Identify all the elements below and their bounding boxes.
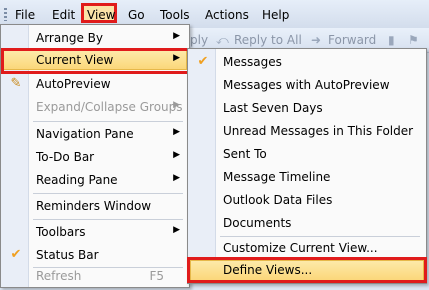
menu-view[interactable]: View [87, 7, 115, 23]
menu-item-label: Expand/Collapse Groups [36, 100, 183, 114]
forward-button[interactable]: Forward [328, 33, 376, 47]
menu-item-label: Refresh [36, 269, 82, 283]
menu-item-label: AutoPreview [36, 77, 111, 91]
menu-item-navigation-pane[interactable]: Navigation Pane ▶ [2, 123, 188, 145]
reply-all-icon: ⤺ [216, 33, 229, 47]
menu-item-reminders-window[interactable]: Reminders Window [2, 195, 188, 217]
menu-item-label: Customize Current View... [223, 241, 378, 255]
submenu-arrow-icon: ▶ [173, 150, 180, 160]
submenu-arrow-icon: ▶ [173, 127, 180, 137]
menu-item-arrange-by[interactable]: Arrange By ▶ [2, 27, 188, 49]
menu-separator [33, 193, 183, 194]
current-view-highlight-box [1, 48, 190, 74]
current-view-submenu: ✔ Messages Messages with AutoPreview Las… [187, 48, 427, 284]
menu-item-reading-pane[interactable]: Reading Pane ▶ [2, 169, 188, 191]
menu-separator [33, 219, 183, 220]
submenu-item-outlook-data-files[interactable]: Outlook Data Files [189, 189, 425, 212]
submenu-item-messages-with-autopreview[interactable]: Messages with AutoPreview [189, 74, 425, 97]
menu-item-autopreview[interactable]: ✎ AutoPreview [2, 73, 188, 95]
menu-item-label: Toolbars [36, 225, 86, 239]
shortcut-label: F5 [149, 269, 164, 283]
reply-button[interactable]: ply [190, 33, 208, 47]
menu-item-label: Navigation Pane [36, 127, 134, 141]
menu-item-label: Outlook Data Files [223, 193, 333, 207]
submenu-item-last-seven-days[interactable]: Last Seven Days [189, 97, 425, 120]
submenu-arrow-icon: ▶ [173, 173, 180, 183]
reply-all-button[interactable]: Reply to All [234, 33, 302, 47]
menu-separator [33, 121, 183, 122]
submenu-item-documents[interactable]: Documents [189, 212, 425, 235]
forward-icon: ➜ [311, 33, 322, 47]
check-icon: ✔ [10, 247, 22, 262]
menu-item-label: Sent To [223, 147, 267, 161]
menu-go[interactable]: Go [128, 7, 145, 23]
pin-icon: ▮ [388, 33, 395, 47]
menu-file[interactable]: File [15, 7, 35, 23]
menu-item-label: Unread Messages in This Folder [223, 124, 414, 138]
menu-help[interactable]: Help [262, 7, 289, 23]
menu-item-label: To-Do Bar [36, 150, 95, 164]
submenu-item-unread-messages[interactable]: Unread Messages in This Folder [189, 120, 425, 143]
menu-item-label: Message Timeline [223, 170, 331, 184]
menu-item-expand-collapse-groups[interactable]: Expand/Collapse Groups ▶ [2, 96, 188, 118]
menu-item-status-bar[interactable]: ✔ Status Bar [2, 244, 188, 266]
autopreview-icon: ✎ [10, 76, 22, 91]
menu-item-label: Documents [223, 216, 292, 230]
flag-icon: ⚑ [408, 33, 419, 47]
menu-tools[interactable]: Tools [160, 7, 190, 23]
menu-edit[interactable]: Edit [52, 7, 75, 23]
submenu-arrow-icon: ▶ [173, 100, 180, 110]
menu-item-to-do-bar[interactable]: To-Do Bar ▶ [2, 146, 188, 168]
view-menu: Arrange By ▶ Current View ▶ ✎ AutoPrevie… [0, 24, 190, 288]
menubar-grip-icon [4, 8, 7, 21]
submenu-item-sent-to[interactable]: Sent To [189, 143, 425, 166]
menu-item-toolbars[interactable]: Toolbars ▶ [2, 221, 188, 243]
submenu-item-messages[interactable]: ✔ Messages [189, 51, 425, 74]
menu-item-label: Status Bar [36, 248, 99, 262]
menu-item-label: Arrange By [36, 31, 103, 45]
submenu-item-message-timeline[interactable]: Message Timeline [189, 166, 425, 189]
menu-item-label: Reading Pane [36, 173, 118, 187]
define-views-highlight-box [187, 257, 427, 283]
menu-item-label: Messages with AutoPreview [223, 78, 390, 92]
menu-item-refresh[interactable]: Refresh F5 [2, 265, 188, 287]
menu-item-label: Reminders Window [36, 199, 152, 213]
menu-actions[interactable]: Actions [205, 7, 249, 23]
check-icon: ✔ [197, 54, 209, 69]
menu-item-label: Last Seven Days [223, 101, 323, 115]
submenu-arrow-icon: ▶ [173, 225, 180, 235]
menu-item-label: Messages [223, 55, 282, 69]
submenu-arrow-icon: ▶ [173, 31, 180, 41]
